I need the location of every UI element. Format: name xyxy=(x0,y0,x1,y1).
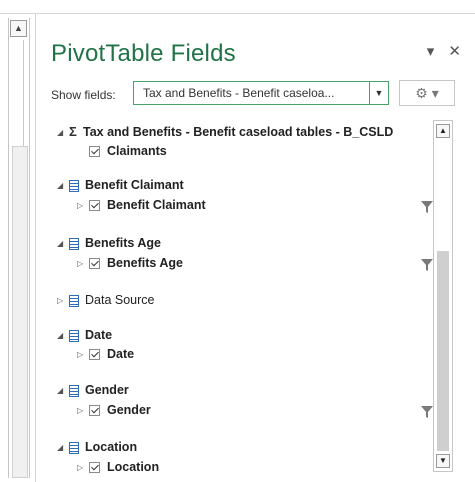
pane-title: PivotTable Fields xyxy=(51,40,236,67)
sigma-icon: Σ xyxy=(69,124,77,139)
expand-toggle-icon[interactable]: ▷ xyxy=(57,296,69,305)
field-label: Location xyxy=(107,460,160,474)
expand-toggle-icon[interactable]: ▷ xyxy=(77,406,89,415)
filter-icon[interactable] xyxy=(421,406,433,418)
field-row[interactable]: ▷ Benefits Age xyxy=(77,256,433,274)
field-settings-button[interactable]: ⚙ ▾ xyxy=(399,80,455,106)
field-checkbox[interactable] xyxy=(89,462,100,474)
gear-icon: ⚙ ▾ xyxy=(415,85,439,101)
field-checkbox[interactable] xyxy=(89,258,100,270)
table-icon xyxy=(69,179,79,192)
table-icon xyxy=(69,384,79,397)
field-label: Benefits Age xyxy=(107,256,183,270)
pane-options-dropdown-icon[interactable]: ▾ xyxy=(427,43,435,60)
close-icon[interactable]: ✕ xyxy=(448,43,461,60)
field-group-row[interactable]: ◢ Location xyxy=(57,440,137,458)
field-group-row[interactable]: ◢ Σ Tax and Benefits - Benefit caseload ta… xyxy=(57,124,393,142)
scroll-up-button[interactable]: ▲ xyxy=(436,124,450,138)
field-group-label: Gender xyxy=(85,383,129,397)
field-group-label: Location xyxy=(85,440,138,454)
field-group-label: Date xyxy=(85,328,113,342)
scroll-down-button[interactable]: ▼ xyxy=(436,454,450,468)
expand-toggle-icon[interactable]: ◢ xyxy=(57,386,69,395)
pane-controls: ▾ ✕ xyxy=(417,42,461,60)
filter-icon[interactable] xyxy=(421,201,433,213)
field-group-row[interactable]: ▷ Data Source xyxy=(57,293,154,311)
field-row[interactable]: ▷ Location xyxy=(77,460,433,476)
field-label: Gender xyxy=(107,403,151,417)
left-scroll-thumb[interactable] xyxy=(12,146,28,478)
left-scroll-track[interactable] xyxy=(13,40,24,146)
expand-toggle-icon[interactable]: ◢ xyxy=(57,331,69,340)
field-label: Date xyxy=(107,347,135,361)
expand-toggle-icon[interactable]: ◢ xyxy=(57,239,69,248)
show-fields-value: Tax and Benefits - Benefit caseloa... xyxy=(143,86,335,100)
field-label: Claimants xyxy=(107,144,167,158)
filter-icon[interactable] xyxy=(421,259,433,271)
field-group-row[interactable]: ◢ Benefits Age xyxy=(57,236,161,254)
field-group-row[interactable]: ◢ Date xyxy=(57,328,112,346)
field-row[interactable]: ▷ Gender xyxy=(77,403,433,421)
field-list-scrollbar[interactable]: ▲ ▼ xyxy=(433,120,453,472)
expand-toggle-icon[interactable]: ◢ xyxy=(57,181,69,190)
chevron-down-icon[interactable]: ▼ xyxy=(369,82,388,104)
expand-toggle-icon[interactable]: ▷ xyxy=(77,350,89,359)
field-group-label: Data Source xyxy=(85,293,155,307)
expand-toggle-icon[interactable]: ▷ xyxy=(77,463,89,472)
field-checkbox[interactable] xyxy=(89,405,100,417)
left-scroll-up-button[interactable]: ▲ xyxy=(10,20,27,37)
field-checkbox[interactable] xyxy=(89,200,100,212)
show-fields-label: Show fields: xyxy=(51,88,116,102)
field-group-label: Tax and Benefits - Benefit caseload tabl… xyxy=(83,125,394,139)
scroll-thumb[interactable] xyxy=(437,251,449,451)
table-icon xyxy=(69,441,79,454)
field-label: Benefit Claimant xyxy=(107,198,206,212)
field-list: ◢ Σ Tax and Benefits - Benefit caseload ta… xyxy=(51,118,433,476)
show-fields-select[interactable]: Tax and Benefits - Benefit caseloa... ▼ xyxy=(133,81,389,105)
expand-toggle-icon[interactable]: ▷ xyxy=(77,259,89,268)
field-row[interactable]: Claimants xyxy=(77,144,433,162)
field-group-row[interactable]: ◢ Gender xyxy=(57,383,129,401)
expand-toggle-icon[interactable]: ◢ xyxy=(57,443,69,452)
field-group-label: Benefit Claimant xyxy=(85,178,184,192)
field-checkbox[interactable] xyxy=(89,146,100,158)
table-icon xyxy=(69,329,79,342)
field-group-label: Benefits Age xyxy=(85,236,161,250)
field-row[interactable]: ▷ Benefit Claimant xyxy=(77,198,433,216)
field-row[interactable]: ▷ Date xyxy=(77,347,433,365)
expand-toggle-icon[interactable]: ▷ xyxy=(77,201,89,210)
field-checkbox[interactable] xyxy=(89,349,100,361)
table-icon xyxy=(69,237,79,250)
expand-toggle-icon[interactable]: ◢ xyxy=(57,128,69,137)
table-icon xyxy=(69,294,79,307)
field-group-row[interactable]: ◢ Benefit Claimant xyxy=(57,178,184,196)
